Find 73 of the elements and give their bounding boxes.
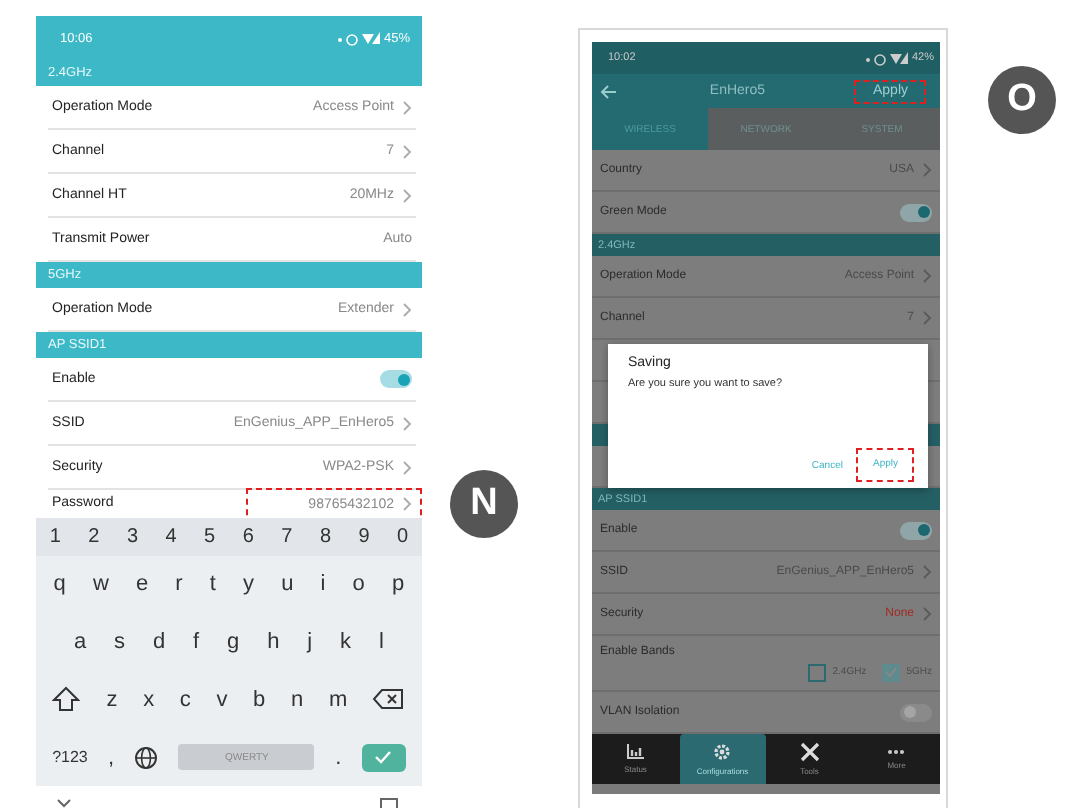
letter-key[interactable]: c: [179, 687, 191, 712]
chevron-icon: [922, 310, 932, 326]
letter-key[interactable]: w: [92, 572, 109, 597]
number-key[interactable]: 8: [319, 526, 331, 548]
number-key[interactable]: 1: [49, 526, 61, 548]
period-key[interactable]: .: [335, 745, 342, 770]
chevron-icon: [922, 268, 932, 284]
toggle-switch[interactable]: [380, 370, 412, 388]
chevron-icon: [402, 99, 412, 115]
shift-icon[interactable]: [52, 686, 81, 713]
letter-key[interactable]: x: [143, 687, 155, 712]
letter-key[interactable]: s: [114, 630, 126, 655]
callout-badge: N: [450, 470, 518, 538]
number-key[interactable]: 9: [358, 526, 370, 548]
checkbox[interactable]: [808, 663, 827, 681]
number-key[interactable]: 3: [126, 526, 139, 548]
letter-key[interactable]: f: [193, 630, 200, 655]
signal-icon: [863, 51, 908, 65]
number-key[interactable]: 6: [242, 526, 254, 548]
letter-key[interactable]: z: [106, 687, 118, 712]
letter-key[interactable]: d: [152, 630, 166, 655]
letter-key[interactable]: i: [320, 572, 326, 597]
symbols-key[interactable]: ?123: [52, 748, 88, 767]
chevron-icon: [402, 496, 412, 512]
letter-key[interactable]: e: [135, 572, 149, 597]
globe-icon[interactable]: [134, 745, 159, 770]
letter-key[interactable]: h: [267, 630, 280, 655]
letter-key[interactable]: a: [73, 630, 87, 655]
chevron-icon: [402, 187, 412, 203]
letter-key[interactable]: m: [328, 687, 348, 712]
keyboard-icon[interactable]: [380, 798, 398, 808]
tools-icon: [799, 742, 820, 762]
chevron-icon: [402, 415, 412, 431]
gear-icon: [712, 742, 733, 762]
toggle-switch[interactable]: [900, 521, 932, 539]
back-arrow-icon[interactable]: [600, 83, 618, 99]
checkbox[interactable]: [882, 663, 901, 681]
chevron-icon: [402, 143, 412, 159]
chevron-down-icon[interactable]: [56, 798, 72, 808]
number-key[interactable]: 2: [88, 526, 100, 548]
chevron-icon: [402, 459, 412, 475]
chevron-icon: [922, 162, 932, 178]
letter-key[interactable]: j: [307, 630, 313, 655]
letter-key[interactable]: g: [227, 630, 240, 655]
number-key[interactable]: 5: [204, 526, 216, 548]
letter-key[interactable]: u: [281, 572, 294, 597]
letter-key[interactable]: l: [378, 630, 384, 655]
letter-key[interactable]: r: [175, 572, 183, 597]
backspace-icon[interactable]: [372, 688, 405, 711]
callout-badge: O: [988, 66, 1056, 134]
letter-key[interactable]: y: [243, 572, 255, 597]
letter-key[interactable]: p: [391, 572, 405, 597]
chevron-icon: [922, 564, 932, 580]
more-icon: [886, 748, 907, 756]
number-key[interactable]: 0: [397, 526, 409, 548]
letter-key[interactable]: v: [216, 687, 228, 712]
chevron-icon: [402, 301, 412, 317]
check-icon: [374, 750, 393, 765]
signal-icon: [335, 31, 380, 45]
number-key[interactable]: 7: [281, 526, 293, 548]
comma-key[interactable]: ,: [108, 745, 115, 770]
number-key[interactable]: 4: [165, 526, 177, 548]
toggle-switch[interactable]: [900, 703, 932, 721]
enter-key[interactable]: [361, 743, 406, 772]
chevron-icon: [922, 606, 932, 622]
toggle-switch[interactable]: [900, 203, 932, 221]
letter-key[interactable]: t: [209, 572, 216, 597]
letter-key[interactable]: q: [53, 572, 66, 597]
letter-key[interactable]: o: [352, 572, 365, 597]
letter-key[interactable]: n: [291, 687, 304, 712]
letter-key[interactable]: b: [253, 687, 266, 712]
letter-key[interactable]: k: [340, 630, 352, 655]
chart-icon: [625, 744, 646, 760]
